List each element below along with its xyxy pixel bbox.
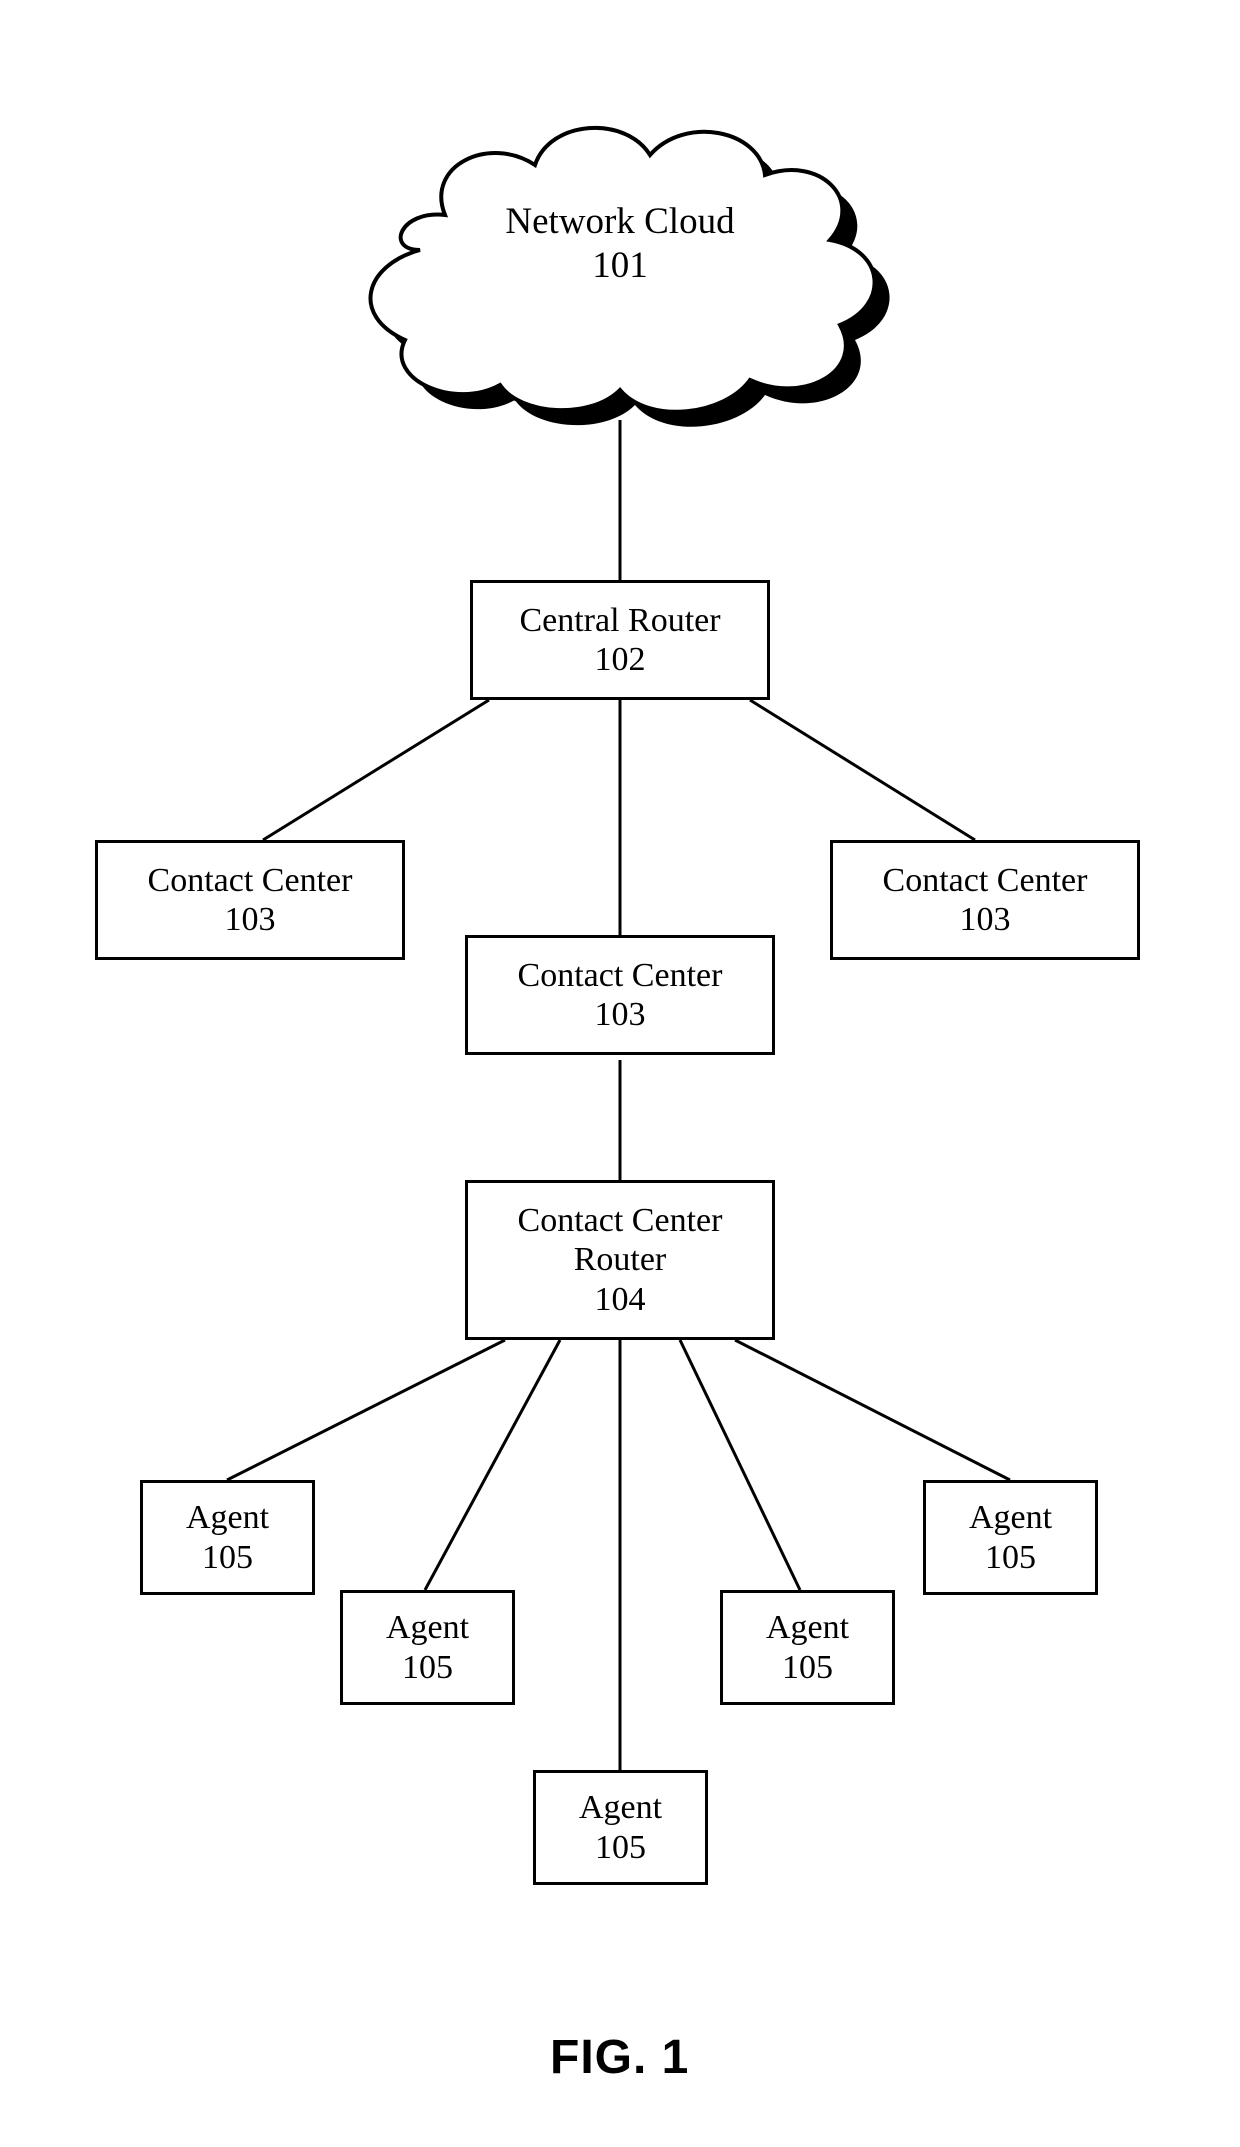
cc-left-num: 103 bbox=[225, 900, 276, 939]
agent-a-label: Agent bbox=[186, 1498, 269, 1537]
agent-d-num: 105 bbox=[782, 1648, 833, 1687]
node-agent-d: Agent 105 bbox=[720, 1590, 895, 1705]
node-agent-a: Agent 105 bbox=[140, 1480, 315, 1595]
agent-c-label: Agent bbox=[579, 1788, 662, 1827]
cc-router-num: 104 bbox=[595, 1280, 646, 1319]
agent-e-label: Agent bbox=[969, 1498, 1052, 1537]
diagram-canvas: Network Cloud 101 Central Router 102 Con… bbox=[0, 0, 1240, 2147]
cc-left-label: Contact Center bbox=[148, 861, 353, 900]
cloud-label: Network Cloud 101 bbox=[320, 200, 920, 289]
node-contact-center-router: Contact Center Router 104 bbox=[465, 1180, 775, 1340]
agent-b-num: 105 bbox=[402, 1648, 453, 1687]
agent-e-num: 105 bbox=[985, 1538, 1036, 1577]
cloud-label-text: Network Cloud bbox=[505, 201, 734, 242]
cc-router-label1: Contact Center bbox=[518, 1201, 723, 1240]
node-agent-b: Agent 105 bbox=[340, 1590, 515, 1705]
central-router-num: 102 bbox=[595, 640, 646, 679]
cc-mid-label: Contact Center bbox=[518, 956, 723, 995]
node-contact-center-left: Contact Center 103 bbox=[95, 840, 405, 960]
agent-c-num: 105 bbox=[595, 1828, 646, 1867]
agent-b-label: Agent bbox=[386, 1608, 469, 1647]
node-network-cloud: Network Cloud 101 bbox=[320, 55, 920, 435]
node-agent-e: Agent 105 bbox=[923, 1480, 1098, 1595]
node-contact-center-right: Contact Center 103 bbox=[830, 840, 1140, 960]
cc-router-label2: Router bbox=[574, 1240, 667, 1279]
agent-d-label: Agent bbox=[766, 1608, 849, 1647]
cloud-ref-num: 101 bbox=[592, 245, 648, 286]
cc-mid-num: 103 bbox=[595, 995, 646, 1034]
cc-right-num: 103 bbox=[960, 900, 1011, 939]
node-contact-center-middle: Contact Center 103 bbox=[465, 935, 775, 1055]
node-central-router: Central Router 102 bbox=[470, 580, 770, 700]
central-router-label: Central Router bbox=[519, 601, 720, 640]
agent-a-num: 105 bbox=[202, 1538, 253, 1577]
cc-right-label: Contact Center bbox=[883, 861, 1088, 900]
figure-caption: FIG. 1 bbox=[550, 2030, 689, 2085]
node-agent-c: Agent 105 bbox=[533, 1770, 708, 1885]
